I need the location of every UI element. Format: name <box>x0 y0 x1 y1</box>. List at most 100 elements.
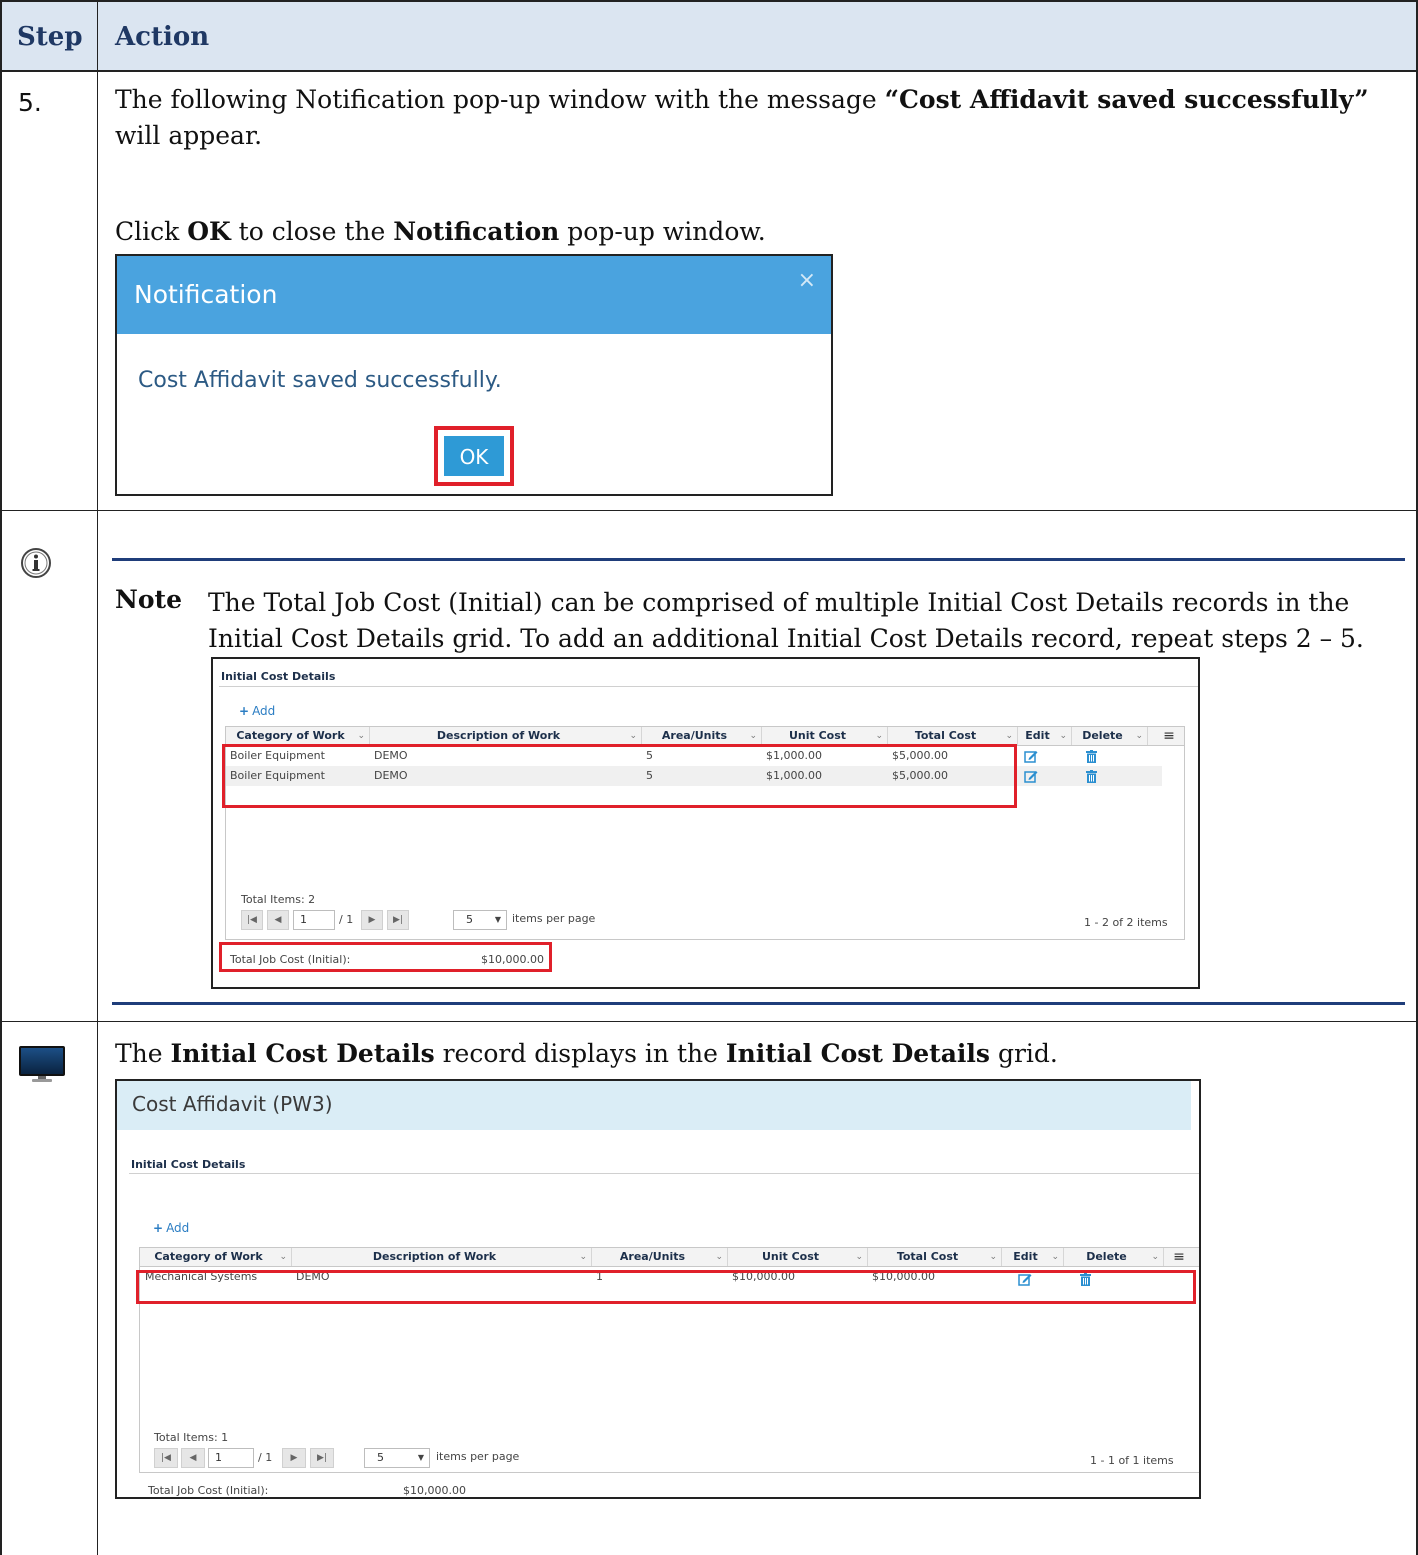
total-job-cost-label: Total Job Cost (Initial): <box>148 1484 269 1497</box>
column-menu-icon[interactable]: ≡ <box>1158 727 1180 745</box>
first-page-icon[interactable]: |◀ <box>154 1448 178 1468</box>
note-top-rule <box>112 558 1405 561</box>
page-size-value: 5 <box>377 1451 384 1464</box>
result-bold: Initial Cost Details <box>170 1039 435 1068</box>
edit-icon[interactable] <box>1024 750 1038 763</box>
chevron-down-icon[interactable]: ⌄ <box>279 1248 287 1266</box>
section-divider <box>129 1173 1199 1174</box>
procedure-table: Step Action 5. The following Notificatio… <box>0 0 1418 1555</box>
page-size-value: 5 <box>466 913 473 926</box>
instruction-text: pop-up window. <box>559 217 766 246</box>
dropdown-arrow-icon: ▼ <box>494 915 501 924</box>
chevron-down-icon[interactable]: ⌄ <box>629 727 637 745</box>
instruction-text: to close the <box>230 217 394 246</box>
previous-page-icon[interactable]: ◀ <box>267 910 289 930</box>
items-per-page-label: items per page <box>436 1450 520 1463</box>
column-label: Description of Work <box>436 729 561 742</box>
table-header-divider <box>0 70 1418 72</box>
column-header-total-cost[interactable]: Total Cost ⌄ <box>868 1248 1002 1266</box>
table-border-left <box>0 0 2 1555</box>
chevron-down-icon[interactable]: ⌄ <box>875 727 883 745</box>
page-title: Cost Affidavit (PW3) <box>132 1092 333 1116</box>
column-header-description[interactable]: Description of Work ⌄ <box>292 1248 592 1266</box>
column-label: Area/Units <box>661 729 728 742</box>
chevron-down-icon[interactable]: ⌄ <box>855 1248 863 1266</box>
chevron-down-icon[interactable]: ⌄ <box>1059 727 1067 745</box>
trash-icon[interactable] <box>1086 750 1097 763</box>
chevron-down-icon[interactable]: ⌄ <box>989 1248 997 1266</box>
page-header: Cost Affidavit (PW3) <box>117 1081 1191 1130</box>
plus-icon: + <box>153 1221 164 1235</box>
result-text-part: grid. <box>990 1039 1058 1068</box>
highlight-box <box>136 1270 1196 1304</box>
column-label: Edit <box>1025 729 1050 742</box>
column-header-category[interactable]: Category of Work ⌄ <box>140 1248 292 1266</box>
column-header-delete[interactable]: Delete ⌄ <box>1072 727 1148 745</box>
previous-page-icon[interactable]: ◀ <box>181 1448 205 1468</box>
section-divider <box>219 686 1198 687</box>
page-number-input[interactable]: 1 <box>293 910 335 930</box>
chevron-down-icon[interactable]: ⌄ <box>1051 1248 1059 1266</box>
column-label: Unit Cost <box>788 729 847 742</box>
edit-icon[interactable] <box>1024 770 1038 783</box>
chevron-down-icon[interactable]: ⌄ <box>715 1248 723 1266</box>
column-label: Total Cost <box>914 729 977 742</box>
column-header-edit[interactable]: Edit ⌄ <box>1018 727 1072 745</box>
column-header-delete[interactable]: Delete ⌄ <box>1064 1248 1164 1266</box>
add-link[interactable]: + Add <box>153 1221 189 1235</box>
chevron-down-icon[interactable]: ⌄ <box>1135 727 1143 745</box>
highlight-box: OK <box>434 426 514 486</box>
column-header-area-units[interactable]: Area/Units ⌄ <box>592 1248 728 1266</box>
column-header-total-cost[interactable]: Total Cost ⌄ <box>888 727 1018 745</box>
chevron-down-icon[interactable]: ⌄ <box>1005 727 1013 745</box>
page-size-select[interactable]: 5 ▼ <box>453 910 507 930</box>
next-page-icon[interactable]: ▶ <box>282 1448 306 1468</box>
column-label: Total Cost <box>896 1250 959 1263</box>
trash-icon[interactable] <box>1086 770 1097 783</box>
chevron-down-icon[interactable]: ⌄ <box>749 727 757 745</box>
initial-cost-details-screenshot: Initial Cost Details + Add Category of Wo… <box>211 657 1200 989</box>
column-header-description[interactable]: Description of Work ⌄ <box>370 727 642 745</box>
step-instruction: The following Notification pop-up window… <box>115 82 1405 154</box>
result-text-part: record displays in the <box>434 1039 726 1068</box>
last-page-icon[interactable]: ▶| <box>310 1448 334 1468</box>
dialog-message: Cost Affidavit saved successfully. <box>138 368 502 393</box>
monitor-icon <box>19 1046 65 1082</box>
last-page-icon[interactable]: ▶| <box>387 910 409 930</box>
column-header-area-units[interactable]: Area/Units ⌄ <box>642 727 762 745</box>
grid-header: Category of Work ⌄ Description of Work ⌄ A… <box>140 1248 1199 1267</box>
column-label: Area/Units <box>619 1250 686 1263</box>
add-label: Add <box>252 704 276 718</box>
instruction-notification: Notification <box>393 217 560 246</box>
column-header-category[interactable]: Category of Work ⌄ <box>226 727 370 745</box>
first-page-icon[interactable]: |◀ <box>241 910 263 930</box>
column-menu-icon[interactable]: ≡ <box>1168 1248 1190 1266</box>
plus-icon: + <box>239 704 250 718</box>
chevron-down-icon[interactable]: ⌄ <box>579 1248 587 1266</box>
result-text: The Initial Cost Details record displays… <box>115 1036 1058 1072</box>
header-action: Action <box>115 22 210 52</box>
page-count: / 1 <box>258 1451 273 1464</box>
highlight-box <box>222 744 1017 808</box>
column-header-unit-cost[interactable]: Unit Cost ⌄ <box>728 1248 868 1266</box>
column-label: Category of Work <box>236 729 345 742</box>
add-link[interactable]: + Add <box>239 704 275 718</box>
chevron-down-icon[interactable]: ⌄ <box>1151 1248 1159 1266</box>
column-divider <box>97 0 98 1555</box>
column-header-unit-cost[interactable]: Unit Cost ⌄ <box>762 727 888 745</box>
dialog-title: Notification <box>134 280 278 309</box>
column-header-edit[interactable]: Edit ⌄ <box>1002 1248 1064 1266</box>
page-number-input[interactable]: 1 <box>208 1448 254 1468</box>
next-page-icon[interactable]: ▶ <box>361 910 383 930</box>
column-label: Description of Work <box>372 1250 497 1263</box>
step-number: 5. <box>18 88 42 117</box>
column-label: Delete <box>1082 729 1123 742</box>
ok-button[interactable]: OK <box>444 436 504 476</box>
page-size-select[interactable]: 5 ▼ <box>364 1448 430 1468</box>
total-items: Total Items: 2 <box>241 893 316 906</box>
header-step: Step <box>17 22 83 52</box>
note-label: Note <box>115 585 182 614</box>
close-icon[interactable]: × <box>798 268 816 293</box>
chevron-down-icon[interactable]: ⌄ <box>357 727 365 745</box>
instruction-message: “Cost Affidavit saved successfully” <box>884 85 1369 114</box>
